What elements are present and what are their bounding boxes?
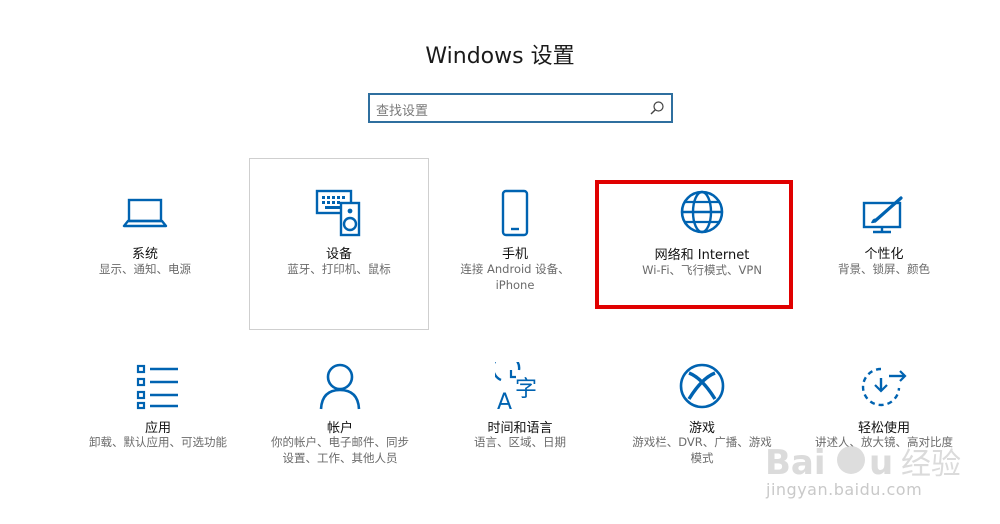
svg-text:A: A: [497, 390, 512, 412]
tile-system-name: 系统: [131, 247, 158, 262]
tile-accounts[interactable]: 帐户 你的帐户、电子邮件、同步 设置、工作、其他人员: [250, 360, 430, 470]
search-box[interactable]: 查找设置: [368, 93, 673, 123]
tile-personalization[interactable]: 个性化 背景、锁屏、颜色: [794, 185, 974, 295]
tile-phone[interactable]: 手机 连接 Android 设备、 iPhone: [425, 185, 605, 295]
tile-apps-desc: 卸载、默认应用、可选功能: [89, 435, 227, 449]
apps-list-icon: [136, 364, 178, 410]
search-input[interactable]: 查找设置: [376, 100, 428, 119]
laptop-icon: [122, 198, 168, 228]
tile-time-language-desc: 语言、区域、日期: [474, 435, 566, 449]
tile-personalization-name: 个性化: [864, 247, 904, 262]
svg-text:字: 字: [515, 377, 537, 402]
tile-devices[interactable]: 设备 蓝牙、打印机、鼠标: [249, 185, 429, 295]
svg-text:经验: 经验: [901, 447, 961, 482]
tile-devices-desc: 蓝牙、打印机、鼠标: [287, 262, 391, 276]
tile-system-desc: 显示、通知、电源: [99, 262, 191, 276]
svg-text:Bai: Bai: [765, 443, 826, 483]
svg-text:u: u: [869, 443, 893, 483]
xbox-icon: [679, 363, 725, 409]
tile-phone-name: 手机: [501, 247, 528, 262]
watermark-url: jingyan.baidu.com: [766, 480, 923, 499]
time-language-icon: A 字: [495, 362, 537, 412]
person-icon: [319, 363, 361, 410]
tile-accounts-desc: 你的帐户、电子邮件、同步: [271, 435, 409, 449]
tile-devices-name: 设备: [325, 247, 352, 262]
page-title: Windows 设置: [425, 44, 575, 69]
phone-icon: [501, 189, 529, 237]
tile-apps[interactable]: 应用 卸载、默认应用、可选功能: [68, 360, 248, 470]
tile-phone-desc-line2: iPhone: [495, 278, 535, 292]
red-annotation-box: [595, 180, 793, 309]
search-icon[interactable]: [649, 100, 665, 116]
tile-time-language[interactable]: A 字 时间和语言 语言、区域、日期: [430, 360, 610, 470]
devices-icon: [315, 189, 361, 237]
personalization-icon: [862, 196, 903, 234]
tile-phone-desc: 连接 Android 设备、: [460, 262, 570, 276]
tile-accounts-desc-line2: 设置、工作、其他人员: [282, 451, 398, 465]
baidu-watermark-logo: Bai u 经验: [765, 443, 961, 483]
tile-system[interactable]: 系统 显示、通知、电源: [55, 185, 235, 295]
tile-personalization-desc: 背景、锁屏、颜色: [838, 262, 930, 276]
ease-of-access-icon: [861, 367, 907, 407]
